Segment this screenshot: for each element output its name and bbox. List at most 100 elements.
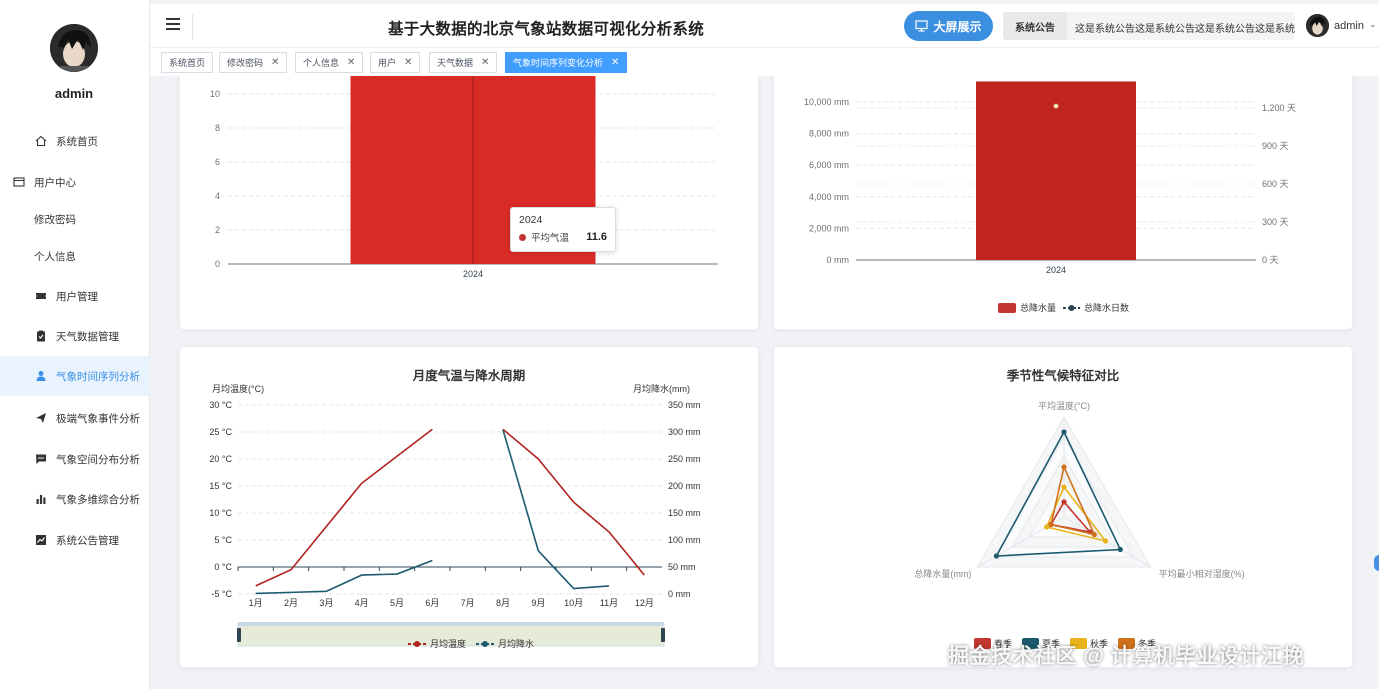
- y-left-tick-label: 30 °C: [209, 400, 232, 410]
- sidebar-item-label: 天气数据管理: [56, 330, 119, 343]
- y-left-tick-label: 8,000 mm: [809, 129, 849, 139]
- zoom-slider-top: [238, 622, 664, 626]
- seasonal-radar-chart[interactable]: 平均温度(°C)平均最小相对湿度(%)总降水量(mm)春季 夏季 秋季 冬季: [774, 347, 1354, 669]
- x-tick-label: 8月: [496, 598, 510, 608]
- sidebar-username: admin: [54, 86, 94, 101]
- bigscreen-button[interactable]: 大屏展示: [904, 11, 993, 41]
- tab-label: 系统首页: [169, 58, 206, 68]
- y-left-tick-label: 4,000 mm: [809, 192, 849, 202]
- x-tick-label: 12月: [635, 598, 654, 608]
- y-left-axis-title: 月均温度(°C): [212, 383, 264, 394]
- legend-label: 总降水量: [1020, 302, 1056, 313]
- sidebar-item-user-management[interactable]: 用户管理: [0, 276, 150, 316]
- legend-swatch-dot: [482, 641, 488, 647]
- divider: [192, 14, 193, 40]
- tooltip-value: 11.6: [586, 231, 607, 243]
- sidebar-item-change-password[interactable]: 修改密码: [0, 199, 150, 239]
- main-content: 0 2 4 6 8 10 2024 2024 平均气温 11.6 0 mm 2,000 mm 4…: [150, 76, 1379, 689]
- tabs-bar: 系统首页 修改密码 ✕ 个人信息 ✕ 用户 ✕ 天气数据 ✕ 气象时间序列变化分…: [150, 48, 1379, 76]
- notice-bar[interactable]: 系统公告 这是系统公告这是系统公告这是系统公告这是系统公告: [1003, 12, 1295, 40]
- tab-weather-data[interactable]: 天气数据 ✕: [429, 52, 498, 73]
- sidebar-item-multidim[interactable]: 气象多维综合分析: [0, 479, 150, 519]
- tab-label: 用户: [378, 58, 397, 68]
- avatar-image: [50, 24, 98, 72]
- sidebar-item-label: 气象空间分布分析: [56, 453, 140, 466]
- close-icon[interactable]: ✕: [481, 57, 489, 68]
- sidebar-item-weather-data[interactable]: 天气数据管理: [0, 316, 150, 356]
- chevron-down-icon[interactable]: ⌄: [1369, 19, 1377, 30]
- side-handle[interactable]: [1374, 555, 1379, 571]
- chart-card-seasonal: 季节性气候特征对比 平均温度(°C) 平均最小相对湿度(%) 总降水量(mm) 春季夏…: [773, 346, 1353, 668]
- sidebar-item-time-series[interactable]: 气象时间序列分析: [0, 356, 150, 396]
- tooltip-series-dot: [519, 233, 526, 241]
- radar-point: [993, 553, 1000, 559]
- sidebar-item-extreme-events[interactable]: 极端气象事件分析: [0, 398, 150, 438]
- y-left-tick-label: 2,000 mm: [809, 223, 849, 233]
- y-right-tick-label: 250 mm: [668, 454, 701, 464]
- monthly-line-chart[interactable]: 月均温度(°C) 月均降水(mm) -5 °C 0 °C 5 °C 10 °C 15 °C 2…: [180, 347, 760, 669]
- tab-home[interactable]: 系统首页: [161, 52, 214, 73]
- close-icon[interactable]: ✕: [271, 57, 279, 68]
- y-right-tick-label: 50 mm: [668, 562, 696, 572]
- precip-series-line: [255, 559, 433, 595]
- sidebar-item-label: 系统首页: [56, 135, 98, 148]
- y-right-tick-label: 0 天: [1262, 255, 1279, 265]
- y-right-tick-label: 350 mm: [668, 400, 701, 410]
- y-left-tick-label: 0 °C: [214, 562, 232, 572]
- sidebar-item-label: 系统公告管理: [56, 534, 119, 547]
- notice-text: 这是系统公告这是系统公告这是系统公告这是系统公告: [1075, 24, 1295, 35]
- tab-users[interactable]: 用户 ✕: [370, 52, 421, 73]
- chart-card-monthly: 月度气温与降水周期 月均温度(°C) 月均降水(mm) -5 °C 0 °C 5 °C 1…: [179, 346, 759, 668]
- tab-profile[interactable]: 个人信息 ✕: [295, 52, 364, 73]
- user-avatar-image: [1306, 14, 1329, 37]
- legend-label: 月均降水: [498, 638, 534, 649]
- tab-change-password[interactable]: 修改密码 ✕: [219, 52, 288, 73]
- line-point: [1053, 103, 1059, 109]
- radar-point: [1061, 464, 1067, 470]
- x-tick-label: 1月: [249, 598, 263, 608]
- chart-tooltip: 2024 平均气温 11.6: [510, 207, 616, 252]
- y-tick-label: 8: [215, 123, 220, 133]
- close-icon[interactable]: ✕: [347, 57, 355, 68]
- y-tick-label: 2: [215, 225, 220, 235]
- y-left-tick-label: 15 °C: [209, 481, 232, 491]
- sidebar-item-home[interactable]: 系统首页: [0, 121, 150, 161]
- x-tick-label: 2024: [1046, 265, 1066, 275]
- radar-point: [1091, 531, 1097, 538]
- chart-card-precipitation: 0 mm 2,000 mm 4,000 mm 6,000 mm 8,000 mm 10,0…: [773, 76, 1353, 330]
- x-tick-label: 10月: [564, 598, 583, 608]
- sidebar-item-label: 用户管理: [56, 290, 98, 303]
- y-left-tick-label: 6,000 mm: [809, 160, 849, 170]
- tooltip-title: 2024: [519, 214, 543, 226]
- y-right-tick-label: 0 mm: [668, 589, 691, 599]
- menu-toggle-icon[interactable]: [166, 18, 180, 30]
- y-left-tick-label: 5 °C: [214, 535, 232, 545]
- legend-label: 月均温度: [430, 638, 466, 649]
- user-name[interactable]: admin: [1334, 20, 1364, 32]
- tab-time-series[interactable]: 气象时间序列变化分析 ✕: [505, 52, 628, 73]
- close-icon[interactable]: ✕: [611, 57, 619, 68]
- y-right-tick-label: 200 mm: [668, 481, 701, 491]
- watermark: 掘金技术社区 @ 计算机毕业设计江挽: [948, 645, 1305, 668]
- legend-swatch-dot: [1068, 305, 1075, 311]
- precipitation-chart[interactable]: 0 mm 2,000 mm 4,000 mm 6,000 mm 8,000 mm 10,0…: [774, 76, 1354, 331]
- avatar[interactable]: [50, 24, 98, 72]
- y-left-tick-label: 10,000 mm: [804, 97, 849, 107]
- y-left-tick-label: 10 °C: [209, 508, 232, 518]
- line-chart-icon: [34, 533, 48, 547]
- y-right-axis-title: 月均降水(mm): [633, 383, 690, 394]
- user-avatar[interactable]: [1306, 14, 1329, 37]
- y-left-tick-label: 25 °C: [209, 427, 232, 437]
- sidebar-item-label: 用户中心: [34, 176, 76, 189]
- x-tick-label: 11月: [600, 598, 618, 608]
- sidebar-item-user-center[interactable]: 用户中心: [0, 162, 150, 202]
- sidebar-item-notice-management[interactable]: 系统公告管理: [0, 520, 150, 560]
- precip-series-line: [502, 429, 610, 590]
- close-icon[interactable]: ✕: [404, 57, 412, 68]
- radar-point: [1061, 499, 1067, 505]
- yearly-temp-chart[interactable]: 0 2 4 6 8 10 2024: [180, 76, 760, 331]
- sidebar-item-profile[interactable]: 个人信息: [0, 236, 150, 276]
- sidebar-item-label: 个人信息: [34, 250, 76, 263]
- sidebar-item-spatial[interactable]: 气象空间分布分析: [0, 439, 150, 479]
- radar-point: [1061, 429, 1067, 435]
